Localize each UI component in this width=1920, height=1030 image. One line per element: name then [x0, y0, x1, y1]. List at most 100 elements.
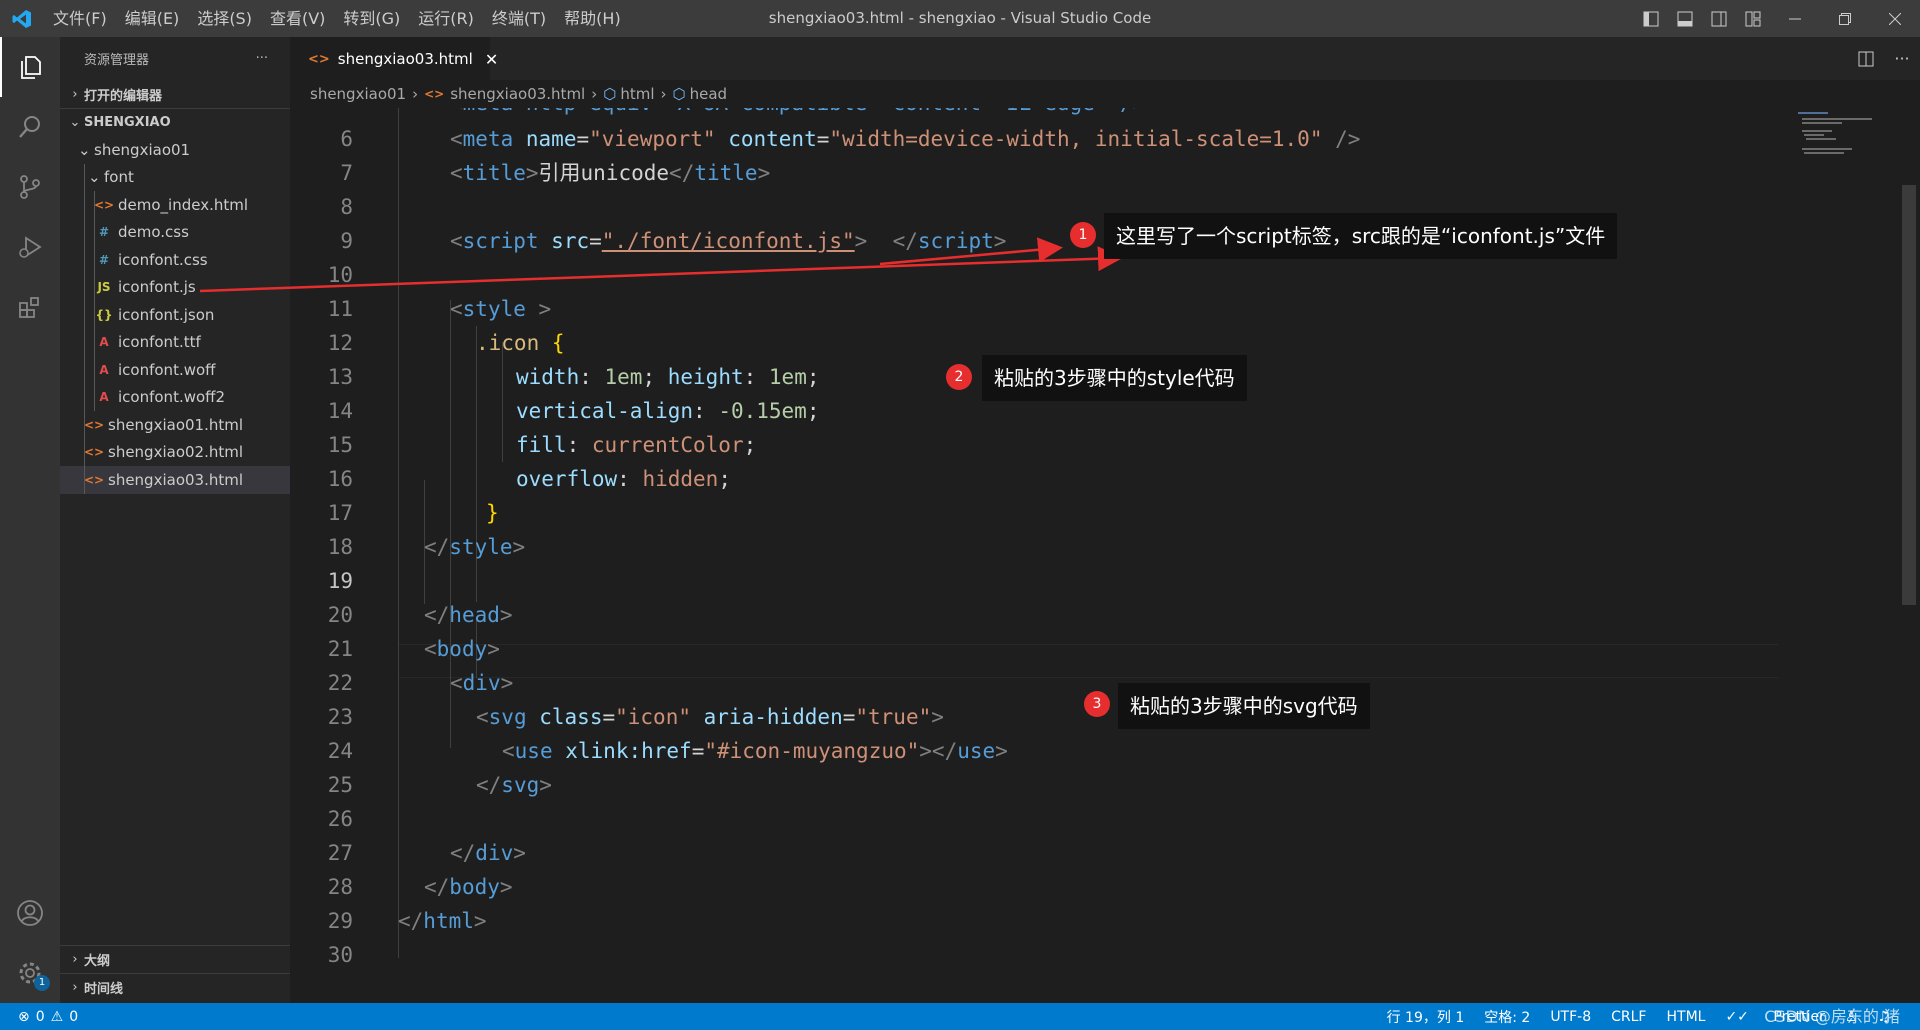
line-number: 20 — [327, 603, 353, 627]
file-iconfont-css[interactable]: # iconfont.css — [60, 246, 290, 274]
minimap[interactable] — [1798, 108, 1888, 168]
file-shengxiao03-html[interactable]: <> shengxiao03.html — [60, 466, 290, 494]
indent-guide — [94, 356, 95, 384]
toggle-secondary-sidebar-icon[interactable] — [1702, 0, 1736, 37]
line-number: 14 — [327, 399, 353, 423]
indent-guide — [84, 328, 85, 356]
error-count: 0 — [35, 1008, 45, 1025]
explorer-icon[interactable] — [0, 37, 60, 97]
minimize-icon[interactable] — [1770, 0, 1820, 37]
run-debug-icon[interactable] — [0, 217, 60, 277]
breadcrumb-html[interactable]: html — [620, 85, 654, 103]
file-shengxiao02-html[interactable]: <> shengxiao02.html — [60, 438, 290, 466]
line-number: 17 — [327, 501, 353, 525]
end-of-line[interactable]: CRLF — [1611, 1009, 1646, 1025]
line-number: 9 — [340, 229, 353, 253]
sidebar-bottom-sections: › 大纲 › 时间线 — [60, 945, 290, 1001]
menu-view[interactable]: 查看(V) — [261, 0, 334, 37]
line-number: 24 — [327, 739, 353, 763]
workspace-section[interactable]: ⌄ SHENGXIAO — [60, 108, 290, 136]
folder-shengxiao01[interactable]: ⌄ shengxiao01 — [60, 136, 290, 164]
file-iconfont-ttf[interactable]: Aiconfont.ttf — [60, 328, 290, 356]
indent-guide — [84, 191, 85, 219]
chevron-right-icon: › — [72, 980, 78, 995]
indent-guide — [398, 108, 399, 958]
element-cube-icon: ⬡ — [672, 85, 686, 103]
extensions-icon[interactable] — [0, 277, 60, 337]
tab-shengxiao03[interactable]: <> shengxiao03.html ✕ — [290, 37, 498, 80]
breadcrumb-head[interactable]: head — [690, 85, 727, 103]
line-number: 27 — [327, 841, 353, 865]
indent-guide — [84, 356, 85, 384]
menu-terminal[interactable]: 终端(T) — [483, 0, 555, 37]
indent-guide — [84, 301, 85, 329]
code-line-21: <body> — [424, 637, 500, 661]
indent-guide — [84, 438, 85, 466]
close-window-icon[interactable] — [1870, 0, 1920, 37]
error-icon: ⊗ — [18, 1008, 30, 1025]
settings-gear-icon[interactable]: 1 — [0, 943, 60, 1003]
explorer-header: 资源管理器 ··· — [60, 37, 290, 80]
account-icon[interactable] — [0, 883, 60, 943]
indent-guide — [84, 411, 85, 439]
menu-go[interactable]: 转到(G) — [334, 0, 409, 37]
file-iconfont-woff[interactable]: Aiconfont.woff — [60, 356, 290, 384]
open-editors-section[interactable]: › 打开的编辑器 — [60, 80, 290, 108]
indent-guide — [94, 191, 95, 219]
menu-file[interactable]: 文件(F) — [44, 0, 116, 37]
menu-run[interactable]: 运行(R) — [409, 0, 483, 37]
more-actions-icon[interactable]: ··· — [1884, 49, 1920, 68]
file-type-icon: <> — [84, 445, 105, 460]
vertical-scrollbar[interactable] — [1902, 185, 1916, 605]
file-demo-index-html[interactable]: <> demo_index.html — [60, 191, 290, 219]
code-line-15: fill: currentColor; — [516, 433, 757, 457]
cursor-position[interactable]: 行 19，列 1 — [1387, 1007, 1465, 1027]
search-icon[interactable] — [0, 97, 60, 157]
title-bar: 文件(F) 编辑(E) 选择(S) 查看(V) 转到(G) 运行(R) 终端(T… — [0, 0, 1920, 37]
file-type-icon: JS — [97, 280, 111, 295]
file-iconfont-woff2[interactable]: Aiconfont.woff2 — [60, 383, 290, 411]
folder-font[interactable]: ⌄ font — [60, 163, 290, 191]
encoding[interactable]: UTF-8 — [1550, 1009, 1591, 1025]
language-mode[interactable]: HTML — [1666, 1009, 1705, 1025]
customize-layout-icon[interactable] — [1736, 0, 1770, 37]
chevron-down-icon: ⌄ — [78, 140, 91, 159]
indentation[interactable]: 空格: 2 — [1484, 1007, 1530, 1027]
timeline-label: 时间线 — [84, 982, 124, 997]
font-files-list: <> demo_index.html # demo.css # iconfont.css J… — [60, 191, 290, 411]
toggle-panel-icon[interactable] — [1668, 0, 1702, 37]
outline-section[interactable]: › 大纲 — [60, 945, 290, 973]
split-editor-icon[interactable] — [1848, 51, 1884, 67]
file-demo-css[interactable]: # demo.css — [60, 218, 290, 246]
menu-edit[interactable]: 编辑(E) — [116, 0, 189, 37]
menu-selection[interactable]: 选择(S) — [188, 0, 261, 37]
file-type-icon: <> — [84, 472, 105, 487]
file-iconfont-json[interactable]: {} iconfont.json — [60, 301, 290, 329]
menu-help[interactable]: 帮助(H) — [555, 0, 630, 37]
file-shengxiao01-html[interactable]: <> shengxiao01.html — [60, 411, 290, 439]
editor-actions: ··· — [1848, 37, 1920, 80]
toggle-sidebar-icon[interactable] — [1634, 0, 1668, 37]
close-tab-icon[interactable]: ✕ — [485, 50, 498, 69]
more-actions-icon[interactable]: ··· — [256, 51, 268, 66]
problems-indicator[interactable]: ⊗ 0 ⚠ 0 — [18, 1003, 78, 1030]
indent-guide — [94, 301, 95, 329]
code-line-9: <script src="./font/iconfont.js"> </scri… — [450, 229, 1007, 253]
restore-icon[interactable] — [1820, 0, 1870, 37]
breadcrumb-folder[interactable]: shengxiao01 — [310, 85, 406, 103]
folder-label: shengxiao01 — [94, 140, 191, 159]
html-files-list: <> shengxiao01.html <> shengxiao02.html <> sh… — [60, 411, 290, 494]
file-type-icon: A — [99, 390, 109, 405]
file-label: demo_index.html — [118, 195, 249, 214]
breadcrumb: shengxiao01 › <> shengxiao03.html › ⬡ ht… — [290, 80, 1920, 108]
code-line-16: overflow: hidden; — [516, 467, 731, 491]
line-number: 21 — [327, 637, 353, 661]
line-number: 8 — [340, 195, 353, 219]
breadcrumb-file[interactable]: shengxiao03.html — [450, 85, 585, 103]
annotation-callout-2: 粘贴的3步骤中的style代码 — [982, 355, 1247, 401]
timeline-section[interactable]: › 时间线 — [60, 973, 290, 1001]
source-control-icon[interactable] — [0, 157, 60, 217]
code-line-13: width: 1em; height: 1em; — [516, 365, 820, 389]
file-iconfont-js[interactable]: JS iconfont.js — [60, 273, 290, 301]
code-line-20: </head> — [424, 603, 513, 627]
